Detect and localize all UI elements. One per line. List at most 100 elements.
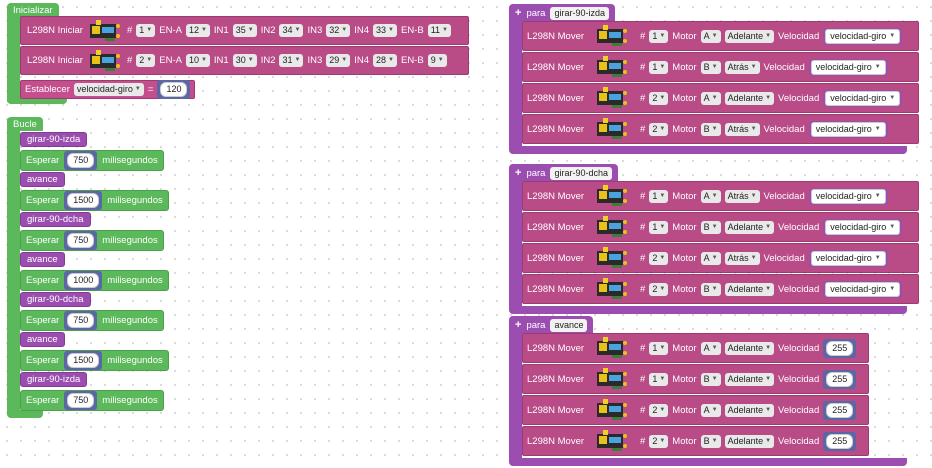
motor-dropdown[interactable]: A ▼ (700, 91, 721, 105)
in3-dropdown[interactable]: 29 ▼ (326, 54, 351, 67)
l298n-mover-block[interactable]: L298N Mover #2 ▼ Motor B ▼ Atrás ▼ Velocidad velo… (522, 114, 919, 144)
procedure-name-field[interactable]: girar-90-dcha (550, 166, 612, 180)
board-num-dropdown[interactable]: 1 ▼ (649, 60, 669, 74)
l298n-iniciar-block-1[interactable]: L298N Iniciar # 1 ▼ EN-A 12 ▼ IN1 35 ▼ IN2 … (20, 16, 469, 45)
direction-dropdown[interactable]: Adelante ▼ (724, 29, 775, 43)
ena-dropdown[interactable]: 12 ▼ (185, 24, 210, 37)
variable-block[interactable]: velocidad-giro ▼ (808, 249, 888, 267)
motor-dropdown[interactable]: A ▼ (700, 403, 721, 417)
l298n-mover-block[interactable]: L298N Mover #2 ▼ Motor A ▼ Atrás ▼ Velocidad velo… (522, 243, 919, 273)
variable-block[interactable]: velocidad-giro ▼ (823, 280, 903, 298)
speed-variable-field[interactable]: velocidad-giro ▼ (810, 250, 886, 266)
number-block[interactable]: 255 (823, 431, 857, 451)
procedure-call-block[interactable]: avance (20, 252, 65, 267)
l298n-mover-block[interactable]: L298N Mover #2 ▼ Motor A ▼ Adelante ▼ Velocidad v… (522, 83, 919, 113)
in4-dropdown[interactable]: 33 ▼ (373, 24, 397, 37)
wait-ms-field[interactable]: 750 (67, 233, 95, 248)
speed-variable-field[interactable]: velocidad-giro ▼ (825, 219, 901, 235)
in1-dropdown[interactable]: 30 ▼ (232, 54, 257, 67)
direction-dropdown[interactable]: Adelante ▼ (724, 91, 775, 105)
esperar-block[interactable]: Esperar 750 milisegundos (20, 150, 164, 171)
plus-icon[interactable]: + (515, 319, 521, 331)
speed-number-field[interactable]: 255 (826, 402, 854, 418)
speed-variable-field[interactable]: velocidad-giro ▼ (825, 28, 901, 44)
board-num-dropdown[interactable]: 2 ▼ (649, 403, 669, 417)
motor-dropdown[interactable]: A ▼ (700, 251, 721, 265)
esperar-block[interactable]: Esperar 750 milisegundos (20, 310, 164, 331)
number-block[interactable]: 750 (64, 231, 98, 250)
board-num-dropdown[interactable]: 1 ▼ (649, 29, 669, 43)
bucle-hat[interactable]: Bucle (7, 117, 43, 131)
l298n-mover-block[interactable]: L298N Mover #1 ▼ Motor A ▼ Adelante ▼ Velocidad 2… (522, 333, 869, 363)
l298n-mover-block[interactable]: L298N Mover #2 ▼ Motor A ▼ Adelante ▼ Velocidad 2… (522, 395, 869, 425)
esperar-block[interactable]: Esperar 1000 milisegundos (20, 270, 169, 291)
in2-dropdown[interactable]: 31 ▼ (279, 54, 304, 67)
direction-dropdown[interactable]: Adelante ▼ (724, 403, 775, 417)
variable-block[interactable]: velocidad-giro ▼ (823, 89, 903, 107)
board-num-dropdown[interactable]: 2 ▼ (649, 251, 669, 265)
direction-dropdown[interactable]: Adelante ▼ (724, 220, 775, 234)
motor-dropdown[interactable]: A ▼ (700, 341, 721, 355)
speed-number-field[interactable]: 255 (826, 433, 854, 449)
procedure-call-block[interactable]: avance (20, 332, 65, 347)
number-block[interactable]: 120 (157, 80, 191, 99)
procedure-call-block[interactable]: girar-90-dcha (20, 212, 91, 227)
variable-block[interactable]: velocidad-giro ▼ (808, 187, 888, 205)
wait-ms-field[interactable]: 1500 (67, 353, 100, 368)
direction-dropdown[interactable]: Atrás ▼ (724, 60, 760, 74)
speed-variable-field[interactable]: velocidad-giro ▼ (810, 121, 886, 137)
esperar-block[interactable]: Esperar 1500 milisegundos (20, 350, 169, 371)
procedure-call-block[interactable]: girar-90-izda (20, 132, 88, 147)
direction-dropdown[interactable]: Adelante ▼ (724, 341, 775, 355)
speed-number-field[interactable]: 255 (826, 371, 854, 387)
direction-dropdown[interactable]: Atrás ▼ (724, 251, 760, 265)
procedure-hat[interactable]: + para girar-90-dcha (509, 164, 618, 182)
procedure-hat[interactable]: + para girar-90-izda (509, 4, 615, 22)
board-num-dropdown[interactable]: 2 ▼ (136, 54, 156, 67)
board-num-dropdown[interactable]: 2 ▼ (649, 122, 669, 136)
direction-dropdown[interactable]: Adelante ▼ (724, 372, 775, 386)
variable-block[interactable]: velocidad-giro ▼ (823, 218, 903, 236)
board-num-dropdown[interactable]: 1 ▼ (649, 189, 669, 203)
number-block[interactable]: 750 (64, 311, 98, 330)
esperar-block[interactable]: Esperar 1500 milisegundos (20, 190, 169, 211)
variable-block[interactable]: velocidad-giro ▼ (808, 58, 888, 76)
speed-variable-field[interactable]: velocidad-giro ▼ (825, 90, 901, 106)
direction-dropdown[interactable]: Adelante ▼ (724, 434, 775, 448)
esperar-block[interactable]: Esperar 750 milisegundos (20, 390, 164, 411)
board-num-dropdown[interactable]: 1 ▼ (649, 372, 669, 386)
esperar-block[interactable]: Esperar 750 milisegundos (20, 230, 164, 251)
motor-dropdown[interactable]: A ▼ (700, 189, 721, 203)
procedure-name-field[interactable]: girar-90-izda (550, 6, 609, 20)
l298n-iniciar-block-2[interactable]: L298N Iniciar # 2 ▼ EN-A 10 ▼ IN1 30 ▼ IN2 … (20, 46, 469, 75)
procedure-call-block[interactable]: girar-90-dcha (20, 292, 91, 307)
number-block[interactable]: 750 (64, 391, 98, 410)
wait-ms-field[interactable]: 750 (67, 153, 95, 168)
board-num-dropdown[interactable]: 1 ▼ (649, 220, 669, 234)
board-num-dropdown[interactable]: 2 ▼ (649, 282, 669, 296)
procedure-name-field[interactable]: avance (550, 318, 588, 332)
establecer-block[interactable]: Establecer velocidad-giro ▼ = 120 (20, 80, 195, 99)
motor-dropdown[interactable]: B ▼ (700, 220, 721, 234)
board-num-dropdown[interactable]: 2 ▼ (649, 434, 669, 448)
inicializar-hat[interactable]: Inicializar (7, 3, 59, 17)
motor-dropdown[interactable]: B ▼ (700, 282, 721, 296)
procedure-call-block[interactable]: girar-90-izda (20, 372, 88, 387)
motor-dropdown[interactable]: B ▼ (700, 434, 721, 448)
variable-block[interactable]: velocidad-giro ▼ (823, 27, 903, 45)
direction-dropdown[interactable]: Atrás ▼ (724, 122, 760, 136)
speed-variable-field[interactable]: velocidad-giro ▼ (810, 59, 886, 75)
l298n-mover-block[interactable]: L298N Mover #1 ▼ Motor B ▼ Adelante ▼ Velocidad 2… (522, 364, 869, 394)
speed-variable-field[interactable]: velocidad-giro ▼ (810, 188, 886, 204)
l298n-mover-block[interactable]: L298N Mover #1 ▼ Motor A ▼ Adelante ▼ Velocidad v… (522, 21, 919, 51)
number-block[interactable]: 1500 (64, 351, 103, 370)
speed-number-field[interactable]: 255 (826, 340, 854, 356)
l298n-mover-block[interactable]: L298N Mover #1 ▼ Motor A ▼ Atrás ▼ Velocidad velo… (522, 181, 919, 211)
in3-dropdown[interactable]: 32 ▼ (326, 24, 351, 37)
direction-dropdown[interactable]: Adelante ▼ (724, 282, 775, 296)
wait-ms-field[interactable]: 1500 (67, 193, 100, 208)
ena-dropdown[interactable]: 10 ▼ (185, 54, 210, 67)
enb-dropdown[interactable]: 9 ▼ (427, 54, 447, 67)
l298n-mover-block[interactable]: L298N Mover #2 ▼ Motor B ▼ Adelante ▼ Velocidad 2… (522, 426, 869, 456)
board-num-dropdown[interactable]: 1 ▼ (136, 24, 156, 37)
